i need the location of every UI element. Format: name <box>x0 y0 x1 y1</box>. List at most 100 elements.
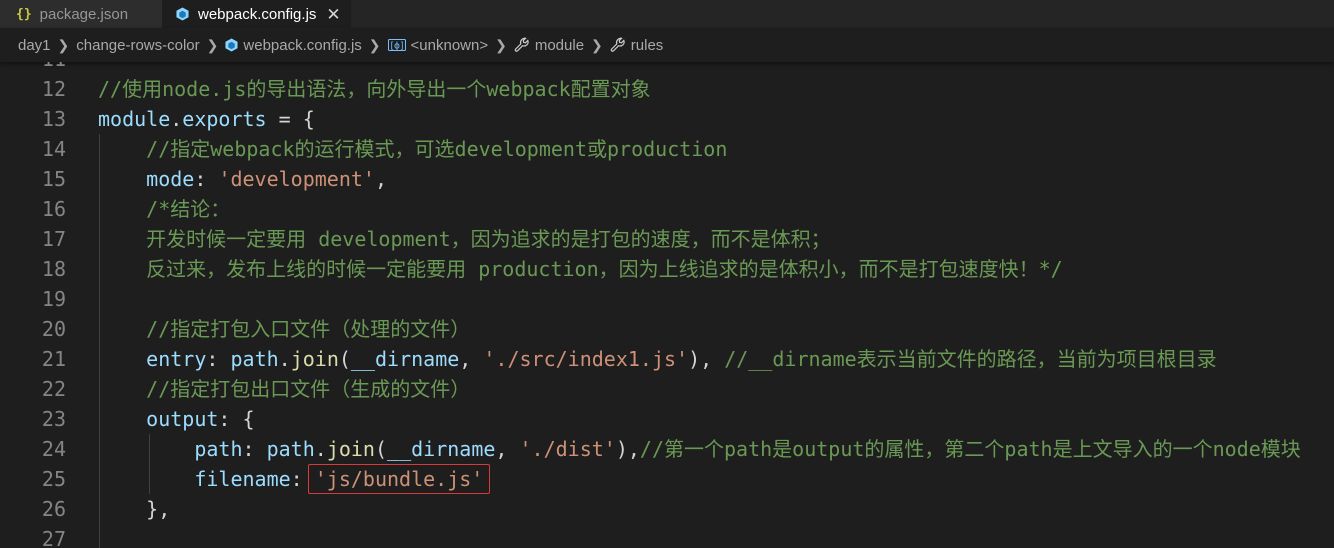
webpack-cube-icon <box>225 38 238 52</box>
line-number: 23 <box>41 407 66 431</box>
code-token: mode <box>146 167 195 191</box>
code-line[interactable]: 27 <box>0 524 1334 548</box>
breadcrumb-item[interactable]: module <box>535 37 584 54</box>
code-token: //第一个path是output的属性，第二个path是上文导入的一个node模… <box>639 437 1301 461</box>
code-line[interactable]: 12 //使用node.js的导出语法，向外导出一个webpack配置对象 <box>0 74 1334 104</box>
code-line[interactable]: 18 反过来，发布上线的时候一定能要用 production，因为上线追求的是体… <box>0 254 1334 284</box>
chevron-right-icon: ❯ <box>368 36 381 53</box>
code-line[interactable]: 22 //指定打包出口文件（生成的文件） <box>0 374 1334 404</box>
code-token: , <box>459 347 484 371</box>
code-token: , <box>495 437 520 461</box>
wrench-icon <box>610 37 626 53</box>
line-number: 27 <box>41 527 66 548</box>
code-token: 反过来，发布上线的时候一定能要用 production，因为上线追求的是体积小，… <box>98 257 1063 281</box>
code-text: }, <box>98 494 170 524</box>
code-text: //指定webpack的运行模式，可选development或productio… <box>98 134 727 164</box>
chevron-right-icon: ❯ <box>591 36 603 53</box>
code-token: . <box>278 347 291 371</box>
breadcrumb-item[interactable]: <unknown> <box>411 37 489 54</box>
code-token: //指定打包入口文件（处理的文件） <box>98 317 471 341</box>
line-number: 19 <box>41 287 66 311</box>
code-token: 'development' <box>218 167 375 191</box>
breadcrumb-item[interactable]: day1 <box>18 37 51 54</box>
code-token: //指定webpack的运行模式，可选development或productio… <box>98 137 728 161</box>
code-line[interactable]: 24 path: path.join(__dirname, './dist'),… <box>0 434 1334 464</box>
code-token: : <box>194 167 219 191</box>
code-text: //指定打包出口文件（生成的文件） <box>98 374 470 404</box>
code-token: : <box>242 437 267 461</box>
svg-text:[ϕ]: [ϕ] <box>390 42 403 52</box>
code-line[interactable]: 14 //指定webpack的运行模式，可选development或produc… <box>0 134 1334 164</box>
code-line[interactable]: 20 //指定打包入口文件（处理的文件） <box>0 314 1334 344</box>
code-token: exports <box>182 107 267 131</box>
code-line[interactable]: 11 <box>0 62 1334 74</box>
code-line[interactable]: 25 filename: 'js/bundle.js' <box>0 464 1334 494</box>
line-number: 13 <box>41 107 66 131</box>
code-text: 开发时候一定要用 development，因为追求的是打包的速度，而不是体积； <box>98 224 831 254</box>
chevron-right-icon: ❯ <box>495 36 507 53</box>
code-line[interactable]: 13 module.exports = { <box>0 104 1334 134</box>
code-text: module.exports = { <box>98 104 315 134</box>
breadcrumb-item[interactable]: webpack.config.js <box>243 37 361 54</box>
code-token: './src/index1.js' <box>483 347 689 371</box>
code-token: ( <box>374 437 388 461</box>
breadcrumb-item[interactable]: change-rows-color <box>76 37 199 54</box>
code-token: : <box>206 347 231 371</box>
code-token: __dirname <box>387 437 496 461</box>
code-line[interactable]: 26 }, <box>0 494 1334 524</box>
code-text: path: path.join(__dirname, './dist'),//第… <box>98 434 1301 464</box>
code-token: path <box>230 347 279 371</box>
code-line[interactable]: 21 entry: path.join(__dirname, './src/in… <box>0 344 1334 374</box>
code-editor[interactable]: 11 12 //使用node.js的导出语法，向外导出一个webpack配置对象 13… <box>0 62 1334 548</box>
code-token: 开发时候一定要用 development，因为追求的是打包的速度，而不是体积； <box>98 227 831 251</box>
code-line[interactable]: 15 mode: 'development', <box>0 164 1334 194</box>
line-number: 12 <box>41 77 66 101</box>
code-token: entry <box>146 347 207 371</box>
line-number: 21 <box>41 347 66 371</box>
line-number: 20 <box>41 317 66 341</box>
code-token: //使用node.js的导出语法，向外导出一个webpack配置对象 <box>98 77 651 101</box>
code-line[interactable]: 23 output: { <box>0 404 1334 434</box>
tab-bar: {} package.json webpack.config.js ✕ <box>0 0 1334 28</box>
code-line[interactable]: 19 <box>0 284 1334 314</box>
close-tab-icon[interactable]: ✕ <box>326 6 340 23</box>
code-token: join <box>290 347 339 371</box>
code-text: mode: 'development', <box>98 164 387 194</box>
code-line[interactable]: 16 /*结论： <box>0 194 1334 224</box>
tab-label: package.json <box>39 5 129 23</box>
line-number: 14 <box>41 137 66 161</box>
code-token: ), <box>615 437 640 461</box>
highlighted-token: 'js/bundle.js' <box>307 464 491 494</box>
tab-webpack-config[interactable]: webpack.config.js ✕ <box>162 0 351 28</box>
line-number: 16 <box>41 197 66 221</box>
code-token: output <box>146 407 219 431</box>
code-text: //指定打包入口文件（处理的文件） <box>98 314 470 344</box>
code-token: join <box>326 437 375 461</box>
wrench-icon <box>514 37 530 53</box>
code-token: module <box>98 107 171 131</box>
tab-package-json[interactable]: {} package.json <box>0 0 162 28</box>
code-line[interactable]: 17 开发时候一定要用 development，因为追求的是打包的速度，而不是体… <box>0 224 1334 254</box>
line-number: 22 <box>41 377 66 401</box>
code-token: filename <box>194 467 291 491</box>
tab-label: webpack.config.js <box>198 5 317 23</box>
breadcrumb: day1 ❯ change-rows-color ❯ webpack.confi… <box>0 28 1334 62</box>
line-number: 25 <box>41 467 66 491</box>
code-token: : { <box>218 407 255 431</box>
breadcrumb-item[interactable]: rules <box>631 37 664 54</box>
webpack-cube-icon <box>176 7 189 21</box>
symbol-variable-icon: [ϕ] <box>387 39 406 52</box>
code-token: ( <box>338 347 351 371</box>
code-text: filename: 'js/bundle.js' <box>98 464 491 494</box>
code-text: 反过来，发布上线的时候一定能要用 production，因为上线追求的是体积小，… <box>98 254 1063 284</box>
code-token: . <box>170 107 183 131</box>
code-text: output: { <box>98 404 255 434</box>
code-text: /*结论： <box>98 194 230 224</box>
code-token: . <box>314 437 327 461</box>
code-token: ), <box>688 347 725 371</box>
code-token: , <box>374 167 388 191</box>
